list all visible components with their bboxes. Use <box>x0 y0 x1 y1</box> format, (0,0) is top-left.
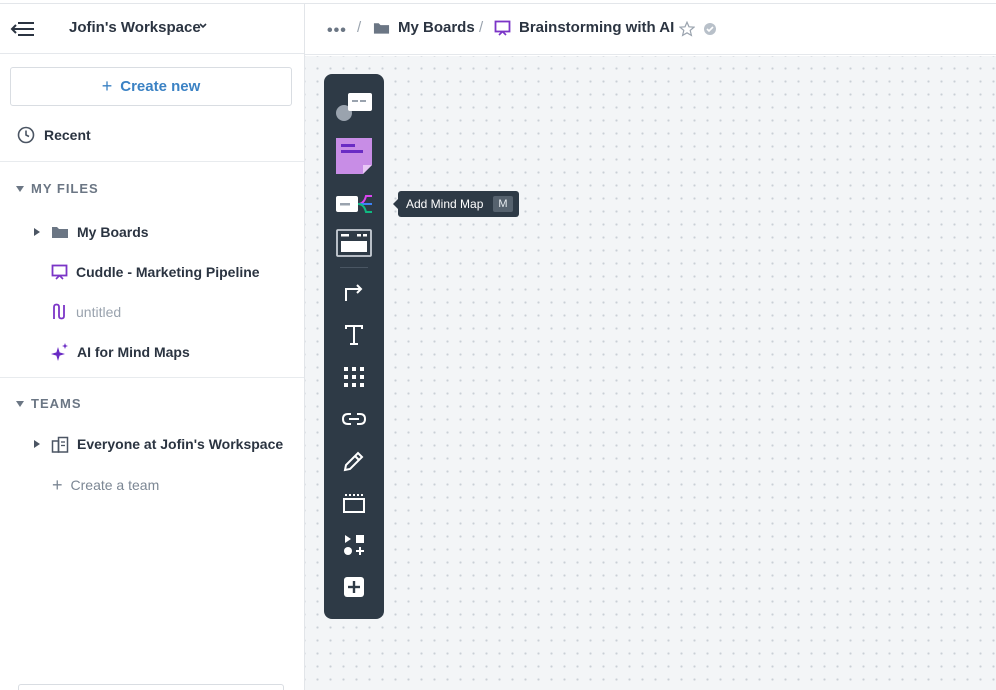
teams-section-toggle[interactable]: TEAMS <box>16 396 82 411</box>
breadcrumb-my-boards[interactable]: My Boards <box>373 19 475 36</box>
sidebar-item-label: AI for Mind Maps <box>77 344 190 360</box>
sidebar-item-ai-mind-maps[interactable]: AI for Mind Maps <box>51 341 190 363</box>
folder-icon <box>52 227 68 238</box>
folder-icon <box>373 22 390 34</box>
collapse-icon <box>10 22 34 36</box>
sidebar-item-my-boards[interactable]: My Boards <box>34 221 149 243</box>
teams-label: TEAMS <box>31 396 82 411</box>
add-more-tool-button[interactable] <box>332 569 376 605</box>
card-icon <box>336 93 372 121</box>
template-tool-button[interactable] <box>332 225 376 261</box>
chevron-down-icon[interactable] <box>198 21 208 31</box>
shortcut-key-badge: M <box>493 196 513 212</box>
caret-right-icon[interactable] <box>34 228 40 236</box>
sidebar-item-cuddle-marketing[interactable]: Cuddle - Marketing Pipeline <box>51 261 260 283</box>
sidebar-item-label: untitled <box>76 304 122 320</box>
triangle-down-icon <box>16 400 24 407</box>
plus-icon: + <box>101 76 113 96</box>
more-breadcrumbs-button[interactable]: ••• <box>327 22 347 40</box>
sidebar: Jofin's Workspace + Create new Recent MY… <box>0 4 305 690</box>
board-icon <box>494 20 511 36</box>
create-new-label: Create new <box>120 78 201 95</box>
sidebar-bottom-field[interactable] <box>18 684 284 690</box>
breadcrumb-separator: / <box>357 19 362 36</box>
collapse-sidebar-button[interactable] <box>9 17 37 41</box>
link-icon <box>341 413 367 425</box>
text-tool-button[interactable] <box>332 317 376 353</box>
create-team-label: Create a team <box>70 477 160 493</box>
breadcrumb-bar: ••• / My Boards / Brainstorming with AI <box>305 4 996 55</box>
recent-item[interactable]: Recent <box>17 124 91 146</box>
triangle-down-icon <box>16 185 24 192</box>
sidebar-header: Jofin's Workspace <box>0 4 304 54</box>
sidebar-item-label: My Boards <box>77 224 149 240</box>
breadcrumb-label: Brainstorming with AI <box>519 19 675 36</box>
star-icon[interactable] <box>679 21 695 37</box>
sidebar-divider <box>0 377 304 378</box>
create-new-button[interactable]: + Create new <box>10 67 292 106</box>
sidebar-item-untitled[interactable]: untitled <box>51 301 121 323</box>
plus-icon: + <box>52 474 63 495</box>
shapes-tool-button[interactable] <box>332 527 376 563</box>
mind-map-icon <box>336 195 372 213</box>
grid-tool-button[interactable] <box>332 359 376 395</box>
clock-icon <box>17 126 35 144</box>
workspace-title[interactable]: Jofin's Workspace <box>69 19 201 36</box>
mind-map-tooltip: Add Mind Map M <box>393 191 519 217</box>
connector-arrow-icon <box>345 284 363 301</box>
card-tool-button[interactable] <box>332 88 376 124</box>
pencil-icon <box>343 451 364 472</box>
template-icon <box>336 229 372 257</box>
mind-map-tool-button[interactable] <box>332 186 376 222</box>
caret-right-icon[interactable] <box>34 440 40 448</box>
frame-icon <box>343 494 365 513</box>
flow-icon <box>53 303 65 320</box>
recent-label: Recent <box>44 127 91 143</box>
my-files-label: MY FILES <box>31 181 99 196</box>
sparkle-icon <box>51 343 68 361</box>
my-files-section-toggle[interactable]: MY FILES <box>16 181 99 196</box>
creation-toolbar <box>324 74 384 619</box>
link-tool-button[interactable] <box>332 401 376 437</box>
sidebar-item-label: Everyone at Jofin's Workspace <box>77 436 284 452</box>
frame-tool-button[interactable] <box>332 485 376 521</box>
breadcrumb-separator: / <box>479 19 484 36</box>
pen-tool-button[interactable] <box>332 443 376 479</box>
board-canvas[interactable] <box>305 56 996 690</box>
connector-tool-button[interactable] <box>332 274 376 310</box>
grid-icon <box>344 367 364 387</box>
sidebar-divider <box>0 161 304 162</box>
board-icon <box>51 264 68 280</box>
breadcrumb-label: My Boards <box>398 19 475 36</box>
toolbar-divider <box>340 267 368 268</box>
tooltip-label: Add Mind Map <box>406 197 484 211</box>
plus-square-icon <box>344 577 364 597</box>
shapes-icon <box>344 535 364 555</box>
text-icon <box>345 325 363 345</box>
breadcrumb-current-board[interactable]: Brainstorming with AI <box>494 19 674 36</box>
create-team-button[interactable]: + Create a team <box>52 474 159 496</box>
sticky-note-tool-button[interactable] <box>332 138 376 174</box>
building-icon <box>51 436 69 453</box>
sidebar-item-everyone-team[interactable]: Everyone at Jofin's Workspace <box>34 433 283 455</box>
sticky-note-icon <box>336 138 372 174</box>
sidebar-item-label: Cuddle - Marketing Pipeline <box>76 264 260 280</box>
verified-check-icon <box>704 23 716 35</box>
